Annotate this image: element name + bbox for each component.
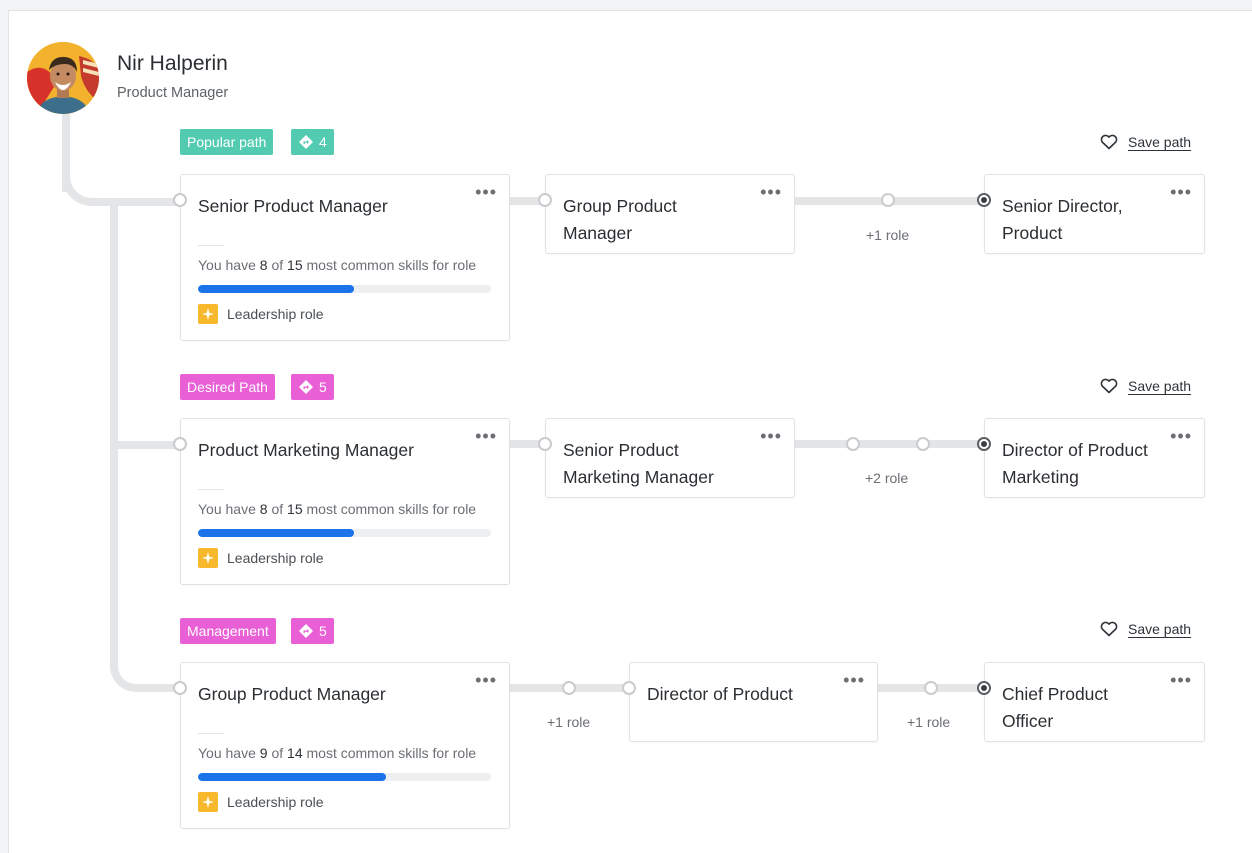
save-path-label: Save path: [1128, 134, 1192, 150]
path-node: [924, 681, 938, 695]
heart-icon: [1100, 134, 1118, 150]
divider: [198, 733, 224, 734]
path-count: 4: [319, 134, 327, 150]
path-node: [173, 681, 187, 695]
save-path-button[interactable]: Save path: [1100, 378, 1191, 394]
target-node: [977, 193, 991, 207]
path-node: [881, 193, 895, 207]
path-node: [173, 193, 187, 207]
divider: [198, 489, 224, 490]
skills-progress-bar: [198, 285, 491, 293]
path-count: 5: [319, 623, 327, 639]
role-card[interactable]: Director of Product •••: [629, 662, 878, 742]
more-options-icon[interactable]: •••: [760, 183, 782, 201]
role-card[interactable]: Product Marketing Manager ••• You have 8…: [180, 418, 510, 585]
path-count-badge: 5: [291, 374, 334, 400]
role-title: Senior Director, Product: [1002, 196, 1123, 243]
heart-icon: [1100, 621, 1118, 637]
role-card[interactable]: Senior Product Manager ••• You have 8 of…: [180, 174, 510, 341]
additional-roles-label: +1 role: [547, 714, 591, 730]
user-title: Product Manager: [117, 85, 229, 101]
more-options-icon[interactable]: •••: [760, 427, 782, 445]
skills-summary: You have 9 of 14 most common skills for …: [198, 745, 477, 761]
sparkle-icon: [198, 792, 218, 812]
path-count: 5: [319, 379, 327, 395]
spine-curve: [110, 660, 180, 692]
save-path-label: Save path: [1128, 621, 1192, 637]
path-node: [538, 193, 552, 207]
additional-roles-label: +1 role: [866, 227, 910, 243]
directions-icon: [299, 624, 313, 638]
leadership-badge: Leadership role: [198, 548, 324, 568]
path-tag-desired: Desired Path: [180, 374, 275, 400]
role-title: Director of Product Marketing: [1002, 440, 1148, 487]
more-options-icon[interactable]: •••: [475, 427, 497, 445]
path-node: [622, 681, 636, 695]
path-count-badge: 5: [291, 618, 334, 644]
avatar[interactable]: [27, 42, 99, 114]
role-title: Chief Product Officer: [1002, 684, 1109, 731]
save-path-button[interactable]: Save path: [1100, 134, 1191, 150]
more-options-icon[interactable]: •••: [1170, 183, 1192, 201]
branch-line-1: [118, 198, 180, 206]
progress-fill: [198, 529, 355, 537]
path-tag-management: Management: [180, 618, 276, 644]
directions-icon: [299, 380, 313, 394]
sparkle-icon: [198, 548, 218, 568]
path-tag-popular: Popular path: [180, 129, 274, 155]
more-options-icon[interactable]: •••: [475, 183, 497, 201]
leadership-badge: Leadership role: [198, 304, 324, 324]
role-card[interactable]: Group Product Manager •••: [545, 174, 795, 254]
additional-roles-label: +2 role: [865, 470, 909, 486]
path-node: [562, 681, 576, 695]
role-title: Product Marketing Manager: [198, 440, 414, 460]
skills-summary: You have 8 of 15 most common skills for …: [198, 257, 477, 273]
more-options-icon[interactable]: •••: [843, 671, 865, 689]
path-node: [173, 437, 187, 451]
role-title: Group Product Manager: [563, 196, 677, 243]
role-card[interactable]: Senior Product Marketing Manager •••: [545, 418, 795, 498]
branch-line-2: [118, 441, 180, 449]
vertical-spine: [110, 198, 118, 668]
heart-icon: [1100, 378, 1118, 394]
divider: [198, 245, 224, 246]
role-title: Senior Product Manager: [198, 196, 388, 216]
more-options-icon[interactable]: •••: [1170, 671, 1192, 689]
row2-link-b: [794, 440, 985, 448]
directions-icon: [299, 135, 313, 149]
skills-progress-bar: [198, 773, 491, 781]
progress-fill: [198, 285, 355, 293]
path-count-badge: 4: [291, 129, 334, 155]
role-title: Senior Product Marketing Manager: [563, 440, 714, 487]
path-node: [538, 437, 552, 451]
user-name: Nir Halperin: [117, 52, 228, 75]
role-title: Group Product Manager: [198, 684, 386, 704]
path-node: [916, 437, 930, 451]
save-path-label: Save path: [1128, 378, 1192, 394]
target-node: [977, 437, 991, 451]
more-options-icon[interactable]: •••: [1170, 427, 1192, 445]
progress-fill: [198, 773, 387, 781]
target-role-card[interactable]: Senior Director, Product •••: [984, 174, 1205, 254]
skills-progress-bar: [198, 529, 491, 537]
role-card[interactable]: Group Product Manager ••• You have 9 of …: [180, 662, 510, 829]
target-node: [977, 681, 991, 695]
target-role-card[interactable]: Chief Product Officer •••: [984, 662, 1205, 742]
sparkle-icon: [198, 304, 218, 324]
leadership-badge: Leadership role: [198, 792, 324, 812]
avatar-image: [27, 42, 99, 114]
target-role-card[interactable]: Director of Product Marketing •••: [984, 418, 1205, 498]
additional-roles-label: +1 role: [907, 714, 951, 730]
path-node: [846, 437, 860, 451]
save-path-button[interactable]: Save path: [1100, 621, 1191, 637]
more-options-icon[interactable]: •••: [475, 671, 497, 689]
role-title: Director of Product: [647, 684, 793, 704]
skills-summary: You have 8 of 15 most common skills for …: [198, 501, 477, 517]
